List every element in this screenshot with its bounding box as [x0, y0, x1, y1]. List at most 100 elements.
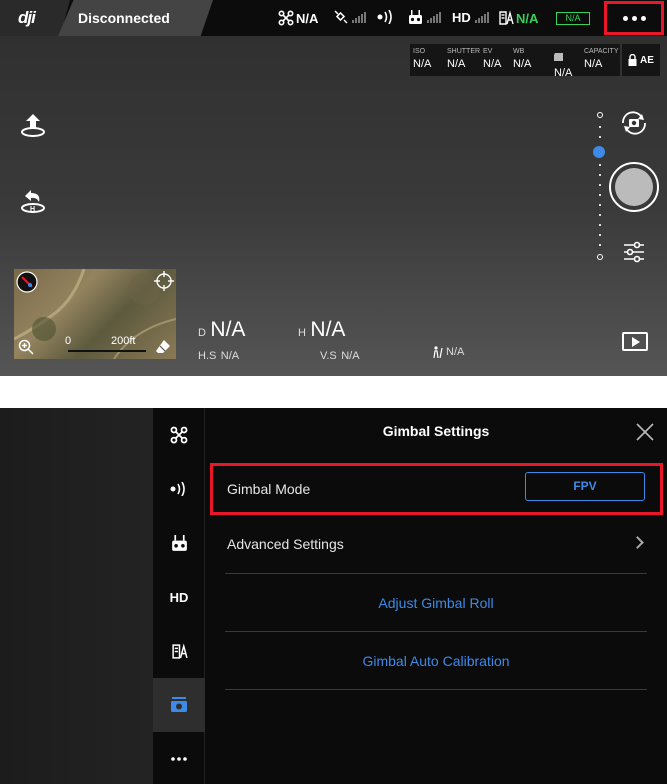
sidebar-item-gimbal[interactable] — [153, 678, 205, 732]
horizontal-speed-readout: H.S N/A — [198, 346, 239, 364]
param-value: N/A — [413, 58, 432, 70]
chevron-right-icon — [631, 536, 644, 549]
param-label: ISO — [413, 48, 426, 55]
camera-settings-button[interactable] — [622, 240, 646, 269]
more-dot-icon — [622, 15, 628, 21]
battery-icon — [499, 10, 514, 25]
slider-tick — [599, 214, 601, 216]
sidebar-item-hd[interactable]: HD — [153, 570, 205, 624]
param-ev: EV N/A — [483, 48, 501, 70]
return-home-button[interactable]: H — [19, 188, 47, 221]
slider-tick — [599, 126, 601, 128]
sidebar-item-aircraft[interactable] — [153, 408, 205, 462]
gimbal-camera-icon — [171, 697, 187, 712]
slider-knob[interactable] — [593, 146, 605, 158]
param-label: EV — [483, 48, 493, 55]
param-value: N/A — [483, 58, 502, 70]
map-center-button[interactable] — [154, 271, 174, 296]
compass-button[interactable] — [16, 271, 38, 298]
adjust-gimbal-roll-link[interactable]: Adjust Gimbal Roll — [225, 574, 647, 611]
slider-tick — [599, 234, 601, 236]
slider-tick — [599, 194, 601, 196]
map-clear-button[interactable] — [155, 339, 171, 360]
camera-view: dji Disconnected N/A HD N/A N/A ISO N/A … — [0, 0, 667, 376]
hs-label: H.S — [198, 350, 217, 362]
wifi-signal-icon — [170, 482, 185, 496]
compass-icon — [16, 271, 38, 293]
exposure-slider[interactable] — [597, 112, 603, 260]
height-label: H — [298, 327, 306, 339]
param-storage: N/A — [554, 48, 572, 79]
mini-map[interactable] — [14, 269, 176, 359]
satellite-icon — [334, 10, 348, 24]
page-title: Gimbal Settings — [382, 423, 490, 439]
settings-sidebar: HD — [153, 408, 205, 784]
svg-text:H: H — [30, 206, 35, 213]
aircraft-status[interactable]: N/A — [278, 10, 318, 26]
param-value: N/A — [554, 67, 573, 79]
close-icon — [636, 423, 654, 441]
lock-icon — [628, 54, 637, 66]
takeoff-button[interactable] — [19, 111, 47, 144]
battery-icon — [171, 642, 188, 659]
shutter-button[interactable] — [609, 162, 659, 212]
more-dot-icon — [640, 15, 646, 21]
takeoff-icon — [21, 114, 45, 137]
wifi-status[interactable] — [376, 10, 396, 24]
adjust-gimbal-roll-row[interactable]: Adjust Gimbal Roll — [225, 574, 647, 632]
advanced-settings-label: Advanced Settings — [227, 536, 344, 552]
eraser-icon — [156, 340, 170, 353]
remote-controller-icon — [409, 10, 422, 24]
battery-status[interactable]: N/A — [498, 10, 538, 26]
map-scale-start: 0 — [65, 335, 72, 347]
slider-tick — [599, 164, 601, 166]
distance-label: D — [198, 327, 206, 339]
advanced-settings-row[interactable]: Advanced Settings — [225, 516, 647, 574]
aircraft-icon — [170, 426, 188, 444]
aircraft-battery-box: N/A — [556, 12, 590, 25]
slider-tick — [599, 224, 601, 226]
settings-screen: HD Gimbal Settings Gimbal Mode FPV Advan… — [0, 408, 667, 784]
sidebar-item-more[interactable] — [153, 732, 205, 784]
param-capacity: CAPACITY N/A — [584, 48, 619, 70]
sidebar-item-wifi[interactable] — [153, 462, 205, 516]
map-zoom-button[interactable] — [18, 339, 34, 360]
play-icon — [632, 337, 640, 347]
more-dots-icon — [171, 757, 187, 761]
ae-lock-button[interactable]: AE — [622, 44, 660, 76]
camera-parameters[interactable]: ISO N/A SHUTTER N/A EV N/A WB N/A N/A CA… — [410, 44, 620, 79]
aircraft-icon — [278, 10, 294, 26]
hd-label: HD — [452, 10, 471, 25]
zoom-icon — [18, 339, 34, 355]
vs-value: N/A — [341, 350, 360, 362]
more-menu-button[interactable] — [604, 1, 664, 35]
gimbal-auto-calibration-link[interactable]: Gimbal Auto Calibration — [225, 632, 647, 669]
param-label: SHUTTER — [447, 48, 481, 55]
param-iso: ISO N/A — [413, 48, 431, 70]
return-home-icon: H — [21, 190, 45, 213]
aircraft-status-value: N/A — [296, 10, 319, 26]
logo-background — [0, 0, 70, 36]
vs-label: V.S — [320, 350, 337, 362]
remote-signal-bars — [427, 12, 441, 23]
remote-status[interactable] — [408, 10, 441, 25]
gps-status[interactable] — [334, 10, 366, 24]
battery-percent: N/A — [516, 10, 539, 26]
status-bar: dji Disconnected N/A HD N/A N/A — [0, 0, 667, 36]
wifi-signal-icon — [377, 10, 392, 24]
height-readout: H N/A — [298, 318, 345, 342]
connection-status: Disconnected — [78, 10, 170, 26]
gps-signal-bars — [352, 11, 366, 23]
param-label: WB — [513, 48, 525, 55]
gimbal-settings-panel: Gimbal Settings Gimbal Mode FPV Advanced… — [205, 408, 667, 784]
hd-status[interactable]: HD — [452, 10, 489, 25]
sidebar-item-remote[interactable] — [153, 516, 205, 570]
sidebar-item-battery[interactable] — [153, 624, 205, 678]
close-button[interactable] — [635, 422, 655, 442]
param-label: CAPACITY — [584, 48, 619, 55]
slider-tick — [599, 204, 601, 206]
sd-card-icon — [554, 53, 563, 61]
camera-mode-switch[interactable] — [620, 111, 648, 140]
gimbal-auto-calibration-row[interactable]: Gimbal Auto Calibration — [225, 632, 647, 690]
playback-button[interactable] — [622, 332, 648, 351]
